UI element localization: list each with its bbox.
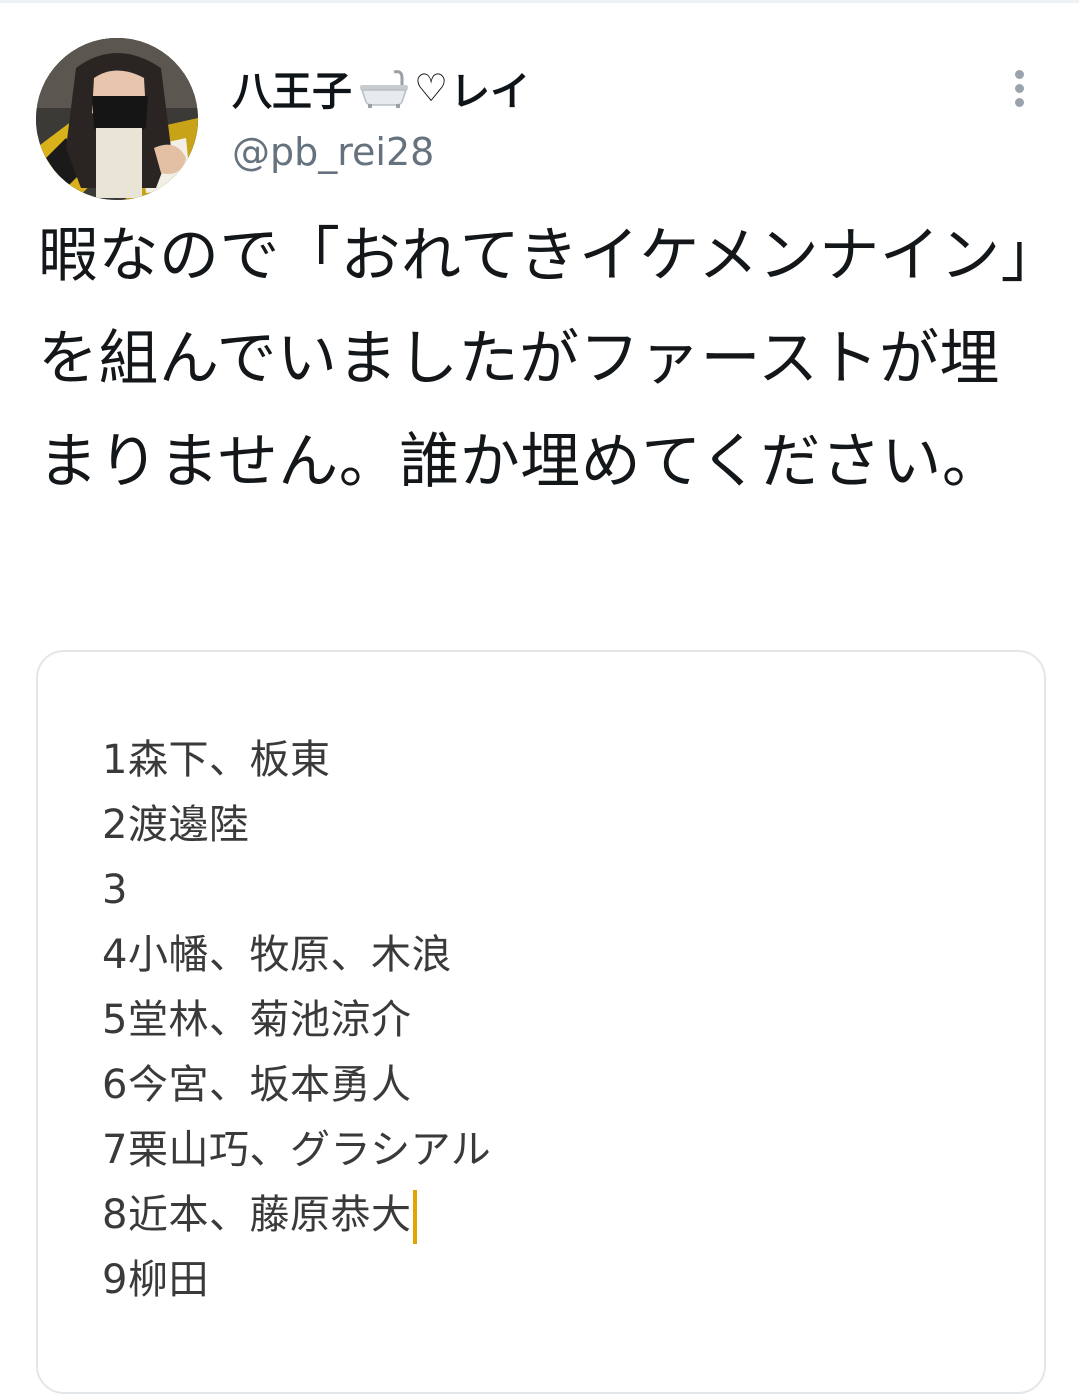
author-display-name[interactable]: 八王子 ♡ レイ (232, 58, 530, 118)
lineup-line: 1森下、板東 (102, 737, 331, 783)
more-vertical-icon[interactable] (1000, 64, 1040, 112)
top-divider (0, 0, 1079, 3)
media-card[interactable]: 1森下、板東 2渡邊陸 3 4小幡、牧原、木浪 5堂林、菊池涼介 6今宮、坂本勇… (36, 650, 1046, 1394)
lineup-line: 7栗山巧、グラシアル (102, 1127, 492, 1173)
display-name-suffix: レイ (450, 69, 531, 115)
bathtub-icon (356, 68, 412, 108)
lineup-line: 3 (102, 867, 128, 913)
lineup-line-text: 8近本、藤原恭大 (102, 1192, 412, 1238)
lineup-line: 9柳田 (102, 1257, 209, 1303)
tweet-text: 暇なので「おれてきイケメンナイン」を組んでいましたがファーストが埋まりません。誰… (38, 221, 1032, 497)
author-handle[interactable]: @pb_rei28 (232, 130, 434, 174)
lineup-line-with-cursor: 8近本、藤原恭大 (102, 1183, 491, 1248)
lineup-list: 1森下、板東 2渡邊陸 3 4小幡、牧原、木浪 5堂林、菊池涼介 6今宮、坂本勇… (102, 728, 491, 1313)
avatar[interactable] (36, 38, 198, 200)
lineup-line: 5堂林、菊池涼介 (102, 997, 412, 1043)
heart-symbol: ♡ (414, 66, 449, 110)
text-cursor (413, 1190, 418, 1244)
display-name-prefix: 八王子 (232, 69, 352, 115)
avatar-photo (36, 38, 198, 200)
lineup-line: 4小幡、牧原、木浪 (102, 932, 452, 978)
lineup-line: 6今宮、坂本勇人 (102, 1062, 412, 1108)
lineup-line: 2渡邊陸 (102, 802, 250, 848)
